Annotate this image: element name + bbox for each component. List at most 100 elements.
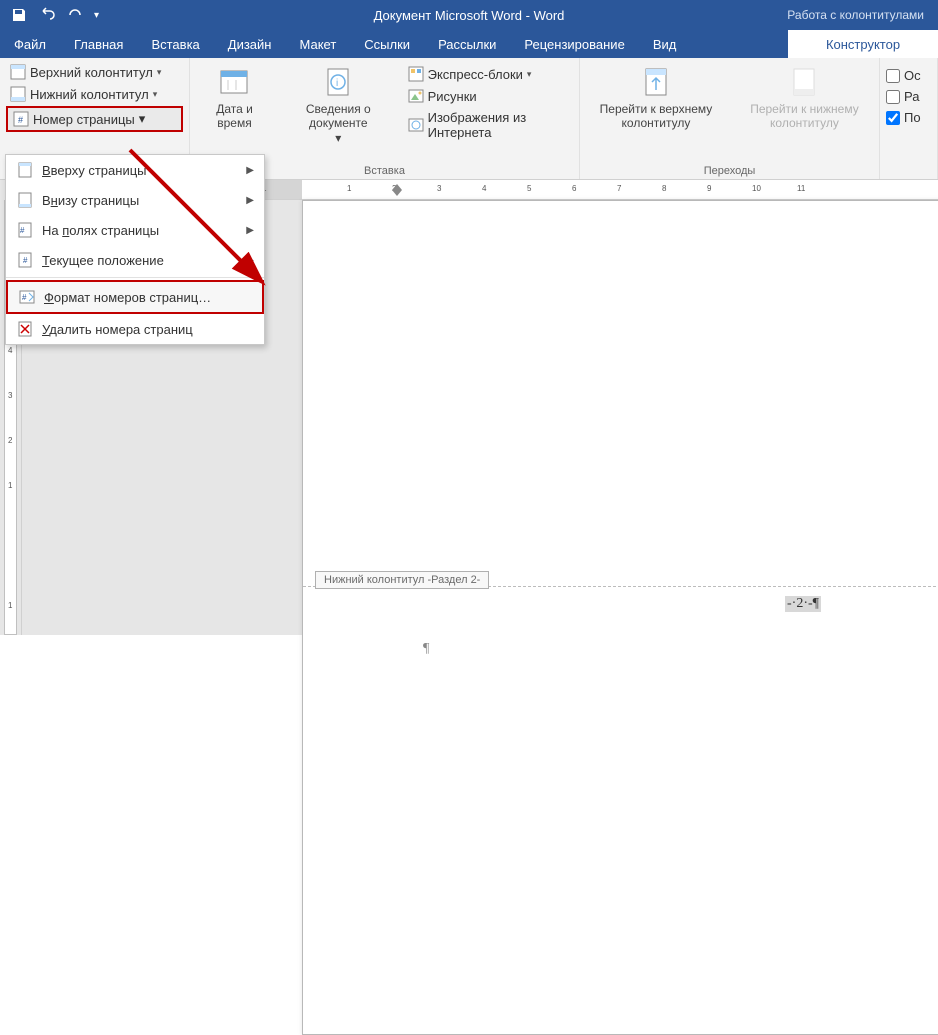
checkbox-icon[interactable] xyxy=(886,69,900,83)
page-top-icon xyxy=(16,161,34,179)
goto-header-button[interactable]: Перейти к верхнему колонтитулу xyxy=(586,62,726,135)
remove-number-icon xyxy=(16,320,34,338)
page-number-field[interactable]: -·2·-¶ xyxy=(785,596,821,612)
quick-parts-icon xyxy=(408,66,424,82)
submenu-label: Внизу страницы xyxy=(42,193,139,208)
svg-text:#: # xyxy=(23,256,28,265)
submenu-remove-page-numbers[interactable]: Удалить номера страниц xyxy=(6,314,264,344)
ruler-tick: 8 xyxy=(662,184,666,193)
page[interactable]: Нижний колонтитул -Раздел 2- -·2·-¶ ¶ xyxy=(302,200,938,1035)
tab-review[interactable]: Рецензирование xyxy=(510,30,638,58)
option-show-doc-text[interactable]: По xyxy=(886,108,931,127)
submenu-bottom-of-page[interactable]: Внизу страницы ▶ xyxy=(6,185,264,215)
tab-insert[interactable]: Вставка xyxy=(137,30,213,58)
online-pictures-label: Изображения из Интернета xyxy=(428,110,569,140)
paragraph-mark: ¶ xyxy=(423,641,429,657)
online-pictures-button[interactable]: Изображения из Интернета xyxy=(404,108,573,142)
tab-constructor[interactable]: Конструктор xyxy=(788,30,938,58)
pictures-label: Рисунки xyxy=(428,89,477,104)
doc-info-label: Сведения о документе xyxy=(283,102,394,131)
svg-text:#: # xyxy=(18,115,23,125)
undo-icon[interactable] xyxy=(38,6,56,24)
page-number-submenu: Вверху страницы ▶ Внизу страницы ▶ # На … xyxy=(5,154,265,345)
current-position-icon: # xyxy=(16,251,34,269)
quick-parts-button[interactable]: Экспресс-блоки ▾ xyxy=(404,64,573,84)
page-number-label: Номер страницы xyxy=(33,112,135,127)
header-dropdown[interactable]: Верхний колонтитул ▾ xyxy=(6,62,183,82)
submenu-format-page-numbers[interactable]: # Формат номеров страниц… xyxy=(6,280,264,314)
option-diff-odd-even[interactable]: Ра xyxy=(886,87,931,106)
hanging-indent-marker[interactable] xyxy=(392,190,402,196)
chevron-right-icon: ▶ xyxy=(246,165,254,176)
ribbon-group-transitions-label: Переходы xyxy=(586,163,873,177)
page-bottom-icon xyxy=(16,191,34,209)
ruler-tick: 10 xyxy=(752,184,761,193)
svg-text:i: i xyxy=(336,78,338,89)
pictures-button[interactable]: Рисунки xyxy=(404,86,573,106)
menu-separator xyxy=(6,277,264,278)
goto-footer-icon xyxy=(788,66,820,98)
doc-info-button[interactable]: i Сведения о документе ▾ xyxy=(277,62,400,149)
chevron-right-icon: ▶ xyxy=(246,225,254,236)
chevron-down-icon: ▾ xyxy=(335,131,341,145)
svg-text:#: # xyxy=(20,226,25,235)
header-icon xyxy=(10,64,26,80)
checkbox-icon[interactable] xyxy=(886,90,900,104)
page-number-dropdown[interactable]: # Номер страницы ▾ xyxy=(6,106,183,132)
page-margins-icon: # xyxy=(16,221,34,239)
option-special-first[interactable]: Ос xyxy=(886,66,931,85)
submenu-label: Вверху страницы xyxy=(42,163,147,178)
tab-references[interactable]: Ссылки xyxy=(350,30,424,58)
submenu-page-margins[interactable]: # На полях страницы ▶ xyxy=(6,215,264,245)
chevron-down-icon: ▾ xyxy=(139,111,146,127)
tab-mailings[interactable]: Рассылки xyxy=(424,30,510,58)
footer-label: Нижний колонтитул xyxy=(30,87,149,102)
goto-header-icon xyxy=(640,66,672,98)
qat-customize-icon[interactable]: ▾ xyxy=(94,10,99,21)
doc-info-icon: i xyxy=(322,66,354,98)
online-pictures-icon xyxy=(408,117,424,133)
tab-view[interactable]: Вид xyxy=(639,30,691,58)
ribbon-tabs: Файл Главная Вставка Дизайн Макет Ссылки… xyxy=(0,30,938,58)
chevron-right-icon: ▶ xyxy=(246,195,254,206)
date-time-icon xyxy=(218,66,250,98)
ribbon-group-options: Ос Ра По xyxy=(880,58,938,179)
ruler-tick: 3 xyxy=(8,391,12,400)
ruler-tick: 4 xyxy=(8,346,12,355)
submenu-top-of-page[interactable]: Вверху страницы ▶ xyxy=(6,155,264,185)
submenu-label: На полях страницы xyxy=(42,223,159,238)
date-time-label: Дата и время xyxy=(202,102,267,131)
footer-icon xyxy=(10,86,26,102)
save-icon[interactable] xyxy=(10,6,28,24)
page-number-icon: # xyxy=(13,111,29,127)
ruler-tick: 1 xyxy=(8,601,12,610)
redo-icon[interactable] xyxy=(66,6,84,24)
ruler-tick: 1 xyxy=(347,184,351,193)
submenu-label: Формат номеров страниц… xyxy=(44,290,211,305)
date-time-button[interactable]: Дата и время xyxy=(196,62,273,135)
quick-access-toolbar: ▾ xyxy=(0,6,99,24)
chevron-down-icon: ▾ xyxy=(527,69,532,80)
submenu-current-position[interactable]: # Текущее положение ▶ xyxy=(6,245,264,275)
chevron-down-icon: ▾ xyxy=(153,89,158,100)
checkbox-icon[interactable] xyxy=(886,111,900,125)
chevron-down-icon: ▾ xyxy=(157,67,162,78)
footer-dropdown[interactable]: Нижний колонтитул ▾ xyxy=(6,84,183,104)
tab-home[interactable]: Главная xyxy=(60,30,137,58)
context-tab-title: Работа с колонтитулами xyxy=(773,0,938,30)
goto-footer-button: Перейти к нижнему колонтитулу xyxy=(736,62,873,135)
ruler-tick: 11 xyxy=(797,184,805,193)
tab-file[interactable]: Файл xyxy=(0,30,60,58)
ribbon-group-transitions: Перейти к верхнему колонтитулу Перейти к… xyxy=(580,58,880,179)
goto-footer-label: Перейти к нижнему колонтитулу xyxy=(742,102,867,131)
ruler-tick: 3 xyxy=(437,184,441,193)
submenu-label: Удалить номера страниц xyxy=(42,322,193,337)
goto-header-label: Перейти к верхнему колонтитулу xyxy=(592,102,720,131)
header-label: Верхний колонтитул xyxy=(30,65,153,80)
submenu-label: Текущее положение xyxy=(42,253,164,268)
tab-layout[interactable]: Макет xyxy=(285,30,350,58)
ruler-tick: 2 xyxy=(8,436,12,445)
chevron-right-icon: ▶ xyxy=(246,255,254,266)
tab-design[interactable]: Дизайн xyxy=(214,30,286,58)
svg-text:#: # xyxy=(22,293,27,302)
